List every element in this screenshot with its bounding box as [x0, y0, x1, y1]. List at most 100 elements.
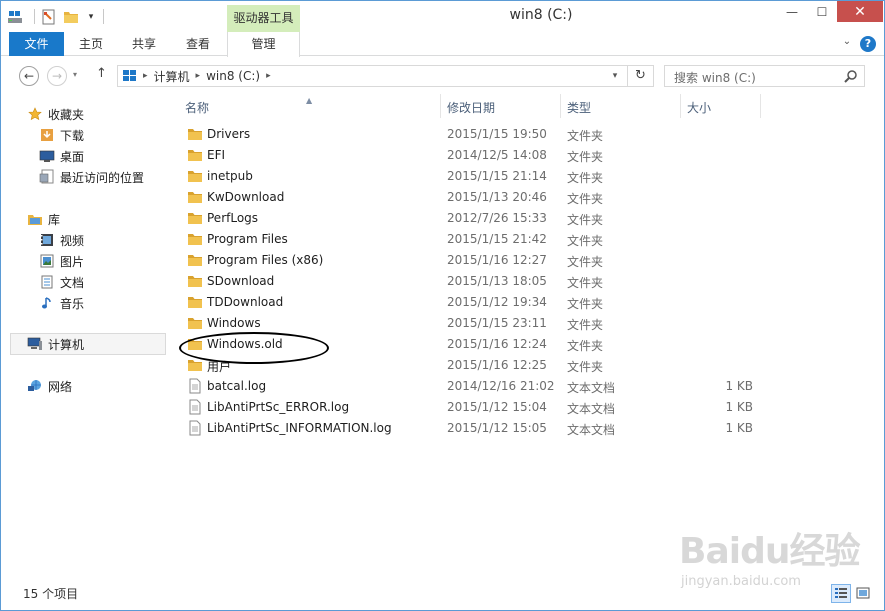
toolbar-divider — [103, 9, 104, 24]
file-row[interactable]: inetpub 2015/1/15 21:14 文件夹 — [167, 166, 884, 187]
nav-recent-places[interactable]: 最近访问的位置 — [39, 167, 144, 187]
nav-downloads[interactable]: 下载 — [39, 125, 84, 145]
quick-access-dropdown-icon[interactable]: ▾ — [85, 8, 97, 26]
column-headers: 名称 修改日期 类型 大小 — [167, 94, 884, 118]
file-row[interactable]: Windows 2015/1/15 23:11 文件夹 — [167, 313, 884, 334]
nav-music[interactable]: 音乐 — [39, 293, 84, 313]
tab-view[interactable]: 查看 — [173, 32, 223, 56]
file-type: 文件夹 — [567, 192, 604, 206]
navigation-pane: 收藏夹 下载 桌面 最近访问的位置 库 视频 图片 文档 音乐 计算机 网络 — [1, 94, 167, 574]
nav-libraries-label: 库 — [48, 212, 61, 227]
address-bar[interactable]: ▸ 计算机 ▸ win8 (C:) ▸ ▾ ↻ — [117, 65, 654, 87]
tab-manage[interactable]: 管理 — [227, 32, 300, 57]
expand-ribbon-icon[interactable]: ⌄ — [839, 36, 855, 52]
file-date: 2014/12/16 21:02 — [447, 379, 555, 393]
file-date: 2015/1/16 12:24 — [447, 337, 547, 351]
column-date[interactable]: 修改日期 — [447, 99, 495, 116]
recent-locations-icon[interactable]: ▾ — [73, 70, 77, 79]
file-name: LibAntiPrtSc_ERROR.log — [207, 400, 350, 414]
file-type: 文件夹 — [567, 339, 604, 353]
file-size: 1 KB — [725, 421, 753, 435]
maximize-button[interactable]: ☐ — [807, 1, 837, 22]
column-divider[interactable] — [680, 94, 681, 118]
nav-computer-label: 计算机 — [48, 337, 85, 352]
properties-icon[interactable] — [41, 8, 59, 26]
file-row[interactable]: Drivers 2015/1/15 19:50 文件夹 — [167, 124, 884, 145]
search-input[interactable]: 搜索 win8 (C:) — [664, 65, 865, 87]
breadcrumb-separator-icon[interactable]: ▸ — [193, 71, 204, 81]
file-type: 文件夹 — [567, 255, 604, 269]
file-type: 文件夹 — [567, 213, 604, 227]
file-row[interactable]: Program Files 2015/1/15 21:42 文件夹 — [167, 229, 884, 250]
libraries-icon — [27, 211, 43, 227]
breadcrumb-separator-icon[interactable]: ▸ — [263, 71, 274, 81]
new-folder-icon[interactable] — [63, 8, 81, 26]
window-title: win8 (C:) — [509, 7, 573, 23]
file-name: TDDownload — [207, 295, 284, 309]
back-button[interactable]: ← — [19, 66, 39, 86]
file-name: inetpub — [207, 169, 253, 183]
nav-desktop-label: 桌面 — [60, 149, 85, 164]
file-row[interactable]: KwDownload 2015/1/13 20:46 文件夹 — [167, 187, 884, 208]
column-divider[interactable] — [560, 94, 561, 118]
file-row[interactable]: batcal.log 2014/12/16 21:02 文本文档 1 KB — [167, 376, 884, 397]
column-divider[interactable] — [760, 94, 761, 118]
ribbon-tabs: 文件 主页 共享 查看 管理 ⌄ ? — [1, 32, 884, 57]
nav-computer[interactable]: 计算机 — [27, 334, 84, 354]
search-icon[interactable] — [844, 69, 858, 86]
nav-documents-label: 文档 — [60, 275, 85, 290]
title-bar: ▾ 驱动器工具 win8 (C:) — ☐ ✕ — [1, 1, 884, 32]
file-row[interactable]: PerfLogs 2012/7/26 15:33 文件夹 — [167, 208, 884, 229]
file-name: Windows — [207, 316, 261, 330]
documents-icon — [39, 274, 55, 290]
address-history-dropdown-icon[interactable]: ▾ — [607, 68, 623, 84]
file-size: 1 KB — [725, 400, 753, 414]
file-row[interactable]: LibAntiPrtSc_ERROR.log 2015/1/12 15:04 文本文… — [167, 397, 884, 418]
tab-home[interactable]: 主页 — [67, 32, 115, 56]
column-name[interactable]: 名称 — [185, 99, 209, 116]
refresh-button[interactable]: ↻ — [627, 66, 653, 86]
close-button[interactable]: ✕ — [837, 1, 883, 22]
file-row[interactable]: TDDownload 2015/1/12 19:34 文件夹 — [167, 292, 884, 313]
file-type: 文件夹 — [567, 171, 604, 185]
nav-videos[interactable]: 视频 — [39, 230, 84, 250]
file-type: 文件夹 — [567, 234, 604, 248]
tab-file[interactable]: 文件 — [9, 32, 64, 56]
nav-downloads-label: 下载 — [60, 128, 85, 143]
drive-tools-context-label: 驱动器工具 — [227, 5, 300, 32]
column-type[interactable]: 类型 — [567, 99, 591, 116]
forward-button[interactable]: → — [47, 66, 67, 86]
file-row[interactable]: SDownload 2015/1/13 18:05 文件夹 — [167, 271, 884, 292]
nav-network[interactable]: 网络 — [27, 376, 72, 396]
nav-desktop[interactable]: 桌面 — [39, 146, 84, 166]
file-row[interactable]: EFI 2014/12/5 14:08 文件夹 — [167, 145, 884, 166]
pictures-icon — [39, 253, 55, 269]
file-date: 2015/1/16 12:27 — [447, 253, 547, 267]
file-row[interactable]: LibAntiPrtSc_INFORMATION.log 2015/1/12 15… — [167, 418, 884, 439]
nav-libraries[interactable]: 库 — [27, 209, 60, 229]
watermark-logo: Baidu经验 — [679, 531, 860, 572]
drive-app-icon[interactable] — [7, 8, 25, 26]
sort-ascending-icon: ▲ — [306, 96, 313, 105]
nav-pictures[interactable]: 图片 — [39, 251, 84, 271]
file-row[interactable]: Program Files (x86) 2015/1/16 12:27 文件夹 — [167, 250, 884, 271]
minimize-button[interactable]: — — [777, 1, 807, 22]
file-name: Program Files — [207, 232, 288, 246]
nav-documents[interactable]: 文档 — [39, 272, 84, 292]
video-icon — [39, 232, 55, 248]
column-divider[interactable] — [440, 94, 441, 118]
column-size[interactable]: 大小 — [687, 99, 711, 116]
nav-favorites[interactable]: 收藏夹 — [27, 104, 84, 124]
file-type: 文件夹 — [567, 297, 604, 311]
breadcrumb-separator-icon[interactable]: ▸ — [140, 71, 151, 81]
annotation-circle — [179, 332, 329, 364]
file-date: 2015/1/13 18:05 — [447, 274, 547, 288]
tab-share[interactable]: 共享 — [119, 32, 169, 56]
breadcrumb-computer[interactable]: 计算机 — [151, 68, 193, 85]
up-button[interactable]: ↑ — [96, 66, 107, 81]
breadcrumb-drive[interactable]: win8 (C:) — [203, 69, 263, 83]
file-size: 1 KB — [725, 379, 753, 393]
file-date: 2015/1/15 21:14 — [447, 169, 547, 183]
help-icon[interactable]: ? — [860, 36, 876, 52]
file-type: 文件夹 — [567, 129, 604, 143]
